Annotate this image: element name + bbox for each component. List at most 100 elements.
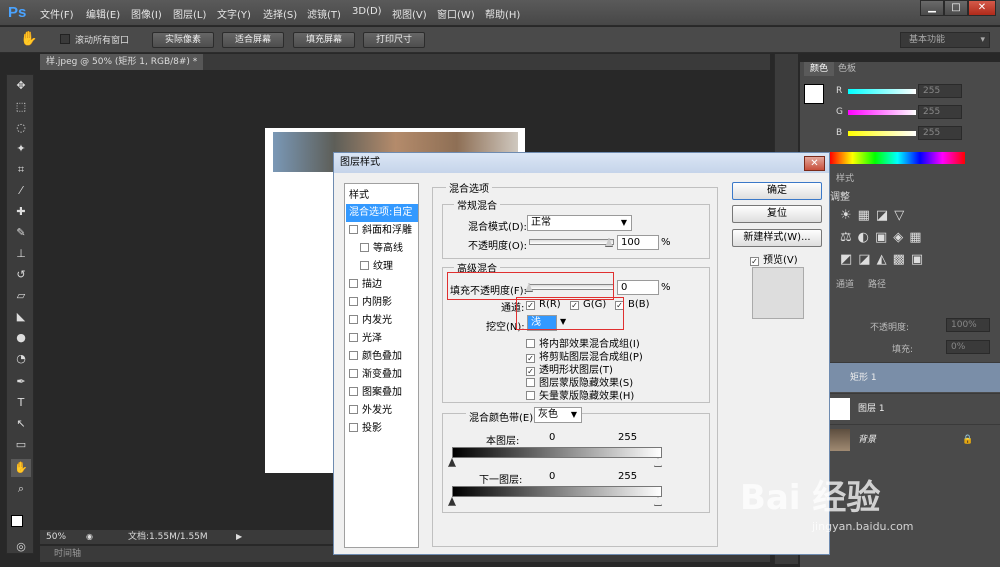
fit-screen-button[interactable]: 适合屏幕	[222, 32, 284, 48]
style-item-stroke[interactable]: 描边	[346, 276, 418, 294]
actual-pixels-button[interactable]: 实际像素	[152, 32, 214, 48]
menu-image[interactable]: 图像(I)	[131, 6, 162, 21]
color-foreground[interactable]	[804, 84, 824, 104]
ok-button[interactable]: 确定	[732, 182, 822, 200]
fill-opacity-input[interactable]: 0	[617, 280, 659, 295]
eraser-tool-icon[interactable]: ▱	[11, 287, 31, 305]
paint-bucket-icon[interactable]: ◣	[11, 308, 31, 326]
this-layer-gradient[interactable]	[452, 447, 662, 458]
layer-row[interactable]: 矩形 1	[830, 362, 1000, 392]
layer-row[interactable]: 背景 🔒	[830, 424, 1000, 454]
hand-tool-icon[interactable]: ✋	[11, 459, 31, 477]
menu-view[interactable]: 视图(V)	[392, 6, 427, 21]
style-checkbox[interactable]	[360, 261, 369, 270]
underlying-gradient[interactable]	[452, 486, 662, 497]
path-select-icon[interactable]: ↖	[11, 415, 31, 433]
adjustment-icons-row3[interactable]: ◩◪◭▩▣	[840, 252, 929, 267]
move-tool-icon[interactable]: ✥	[11, 77, 31, 95]
adjustment-icons-row1[interactable]: ☀▦◪▽	[840, 208, 910, 223]
style-item-drop-shadow[interactable]: 投影	[346, 420, 418, 438]
option-checkbox[interactable]	[526, 391, 535, 400]
style-item-gradient-overlay[interactable]: 渐变叠加	[346, 366, 418, 384]
tab-channels[interactable]: 通道	[830, 278, 860, 292]
lasso-tool-icon[interactable]: ◌	[11, 119, 31, 137]
style-checkbox[interactable]	[349, 387, 358, 396]
menu-help[interactable]: 帮助(H)	[485, 6, 520, 21]
option-checkbox[interactable]	[526, 378, 535, 387]
brush-tool-icon[interactable]: ✎	[11, 224, 31, 242]
shape-tool-icon[interactable]: ▭	[11, 436, 31, 454]
style-item-inner-shadow[interactable]: 内阴影	[346, 294, 418, 312]
dialog-close-button[interactable]: ✕	[804, 156, 825, 171]
foreground-color-swatch[interactable]	[11, 515, 23, 527]
close-window-button[interactable]: ✕	[968, 0, 996, 16]
scroll-all-checkbox[interactable]	[60, 34, 70, 44]
blur-tool-icon[interactable]: ●	[11, 329, 31, 347]
styles-header[interactable]: 样式	[349, 186, 369, 201]
style-item-satin[interactable]: 光泽	[346, 330, 418, 348]
style-checkbox[interactable]	[349, 369, 358, 378]
tab-swatches[interactable]: 色板	[832, 62, 862, 76]
menu-file[interactable]: 文件(F)	[40, 6, 74, 21]
menu-select[interactable]: 选择(S)	[263, 6, 297, 21]
style-checkbox[interactable]	[349, 225, 358, 234]
color-spectrum[interactable]	[830, 152, 965, 164]
menu-3d[interactable]: 3D(D)	[352, 6, 382, 17]
style-checkbox[interactable]	[349, 279, 358, 288]
style-item-outer-glow[interactable]: 外发光	[346, 402, 418, 420]
marquee-tool-icon[interactable]: ⬚	[11, 98, 31, 116]
restore-button[interactable]: □	[944, 0, 968, 16]
layer-row[interactable]: 图层 1	[830, 393, 1000, 423]
preview-toggle[interactable]: ✓ 预览(V)	[750, 251, 798, 266]
document-tab[interactable]: 样.jpeg @ 50% (矩形 1, RGB/8#) *	[40, 54, 204, 70]
workspace-select[interactable]: 基本功能 ▾	[900, 32, 990, 48]
r-slider[interactable]	[848, 89, 916, 94]
g-slider[interactable]	[848, 110, 916, 115]
option-vector-mask-hides[interactable]: 矢量蒙版隐藏效果(H)	[526, 387, 634, 402]
stamp-tool-icon[interactable]: ⊥	[11, 245, 31, 263]
status-info-icon[interactable]: ◉	[86, 530, 93, 544]
opacity-input[interactable]: 100	[617, 235, 659, 250]
menu-type[interactable]: 文字(Y)	[217, 6, 251, 21]
quick-mask-icon[interactable]: ◎	[11, 541, 31, 553]
style-checkbox[interactable]	[349, 297, 358, 306]
history-brush-icon[interactable]: ↺	[11, 266, 31, 284]
style-item-contour[interactable]: 等高线	[346, 240, 418, 258]
style-checkbox[interactable]	[349, 405, 358, 414]
reset-button[interactable]: 复位	[732, 205, 822, 223]
blend-if-select[interactable]: 灰色 ▼	[534, 407, 582, 423]
style-item-pattern-overlay[interactable]: 图案叠加	[346, 384, 418, 402]
pen-tool-icon[interactable]: ✒	[11, 373, 31, 391]
hand-tool-icon[interactable]: ✋	[20, 31, 37, 47]
dodge-tool-icon[interactable]: ◔	[11, 350, 31, 368]
crop-tool-icon[interactable]: ⌗	[11, 161, 31, 179]
style-checkbox[interactable]	[349, 315, 358, 324]
opacity-slider[interactable]	[529, 239, 614, 245]
preview-checkbox[interactable]: ✓	[750, 257, 759, 266]
option-checkbox[interactable]	[526, 339, 535, 348]
type-tool-icon[interactable]: T	[11, 394, 31, 412]
tab-color[interactable]: 颜色	[804, 62, 835, 76]
b-slider[interactable]	[848, 131, 916, 136]
style-item-inner-glow[interactable]: 内发光	[346, 312, 418, 330]
menu-filter[interactable]: 滤镜(T)	[307, 6, 341, 21]
tab-style[interactable]: 样式	[830, 172, 860, 186]
new-style-button[interactable]: 新建样式(W)...	[732, 229, 822, 247]
style-checkbox[interactable]	[360, 243, 369, 252]
blend-mode-select[interactable]: 正常 ▼	[527, 215, 632, 231]
minimize-button[interactable]: ▁	[920, 0, 944, 16]
style-checkbox[interactable]	[349, 351, 358, 360]
b-value[interactable]: 255	[918, 126, 962, 140]
zoom-level[interactable]: 50%	[46, 530, 66, 544]
status-arrow-icon[interactable]: ▶	[236, 530, 242, 544]
style-item-bevel[interactable]: 斜面和浮雕	[346, 222, 418, 240]
zoom-tool-icon[interactable]: ⌕	[11, 480, 31, 498]
print-size-button[interactable]: 打印尺寸	[363, 32, 425, 48]
menu-layer[interactable]: 图层(L)	[173, 6, 206, 21]
tab-paths[interactable]: 路径	[862, 278, 892, 292]
adjustment-icons-row2[interactable]: ⚖◐▣◈▦	[840, 230, 928, 245]
style-checkbox[interactable]	[349, 333, 358, 342]
style-item-blending-options[interactable]: 混合选项:自定	[346, 204, 418, 222]
style-checkbox[interactable]	[349, 423, 358, 432]
layers-fill-value[interactable]: 0%	[946, 340, 990, 354]
